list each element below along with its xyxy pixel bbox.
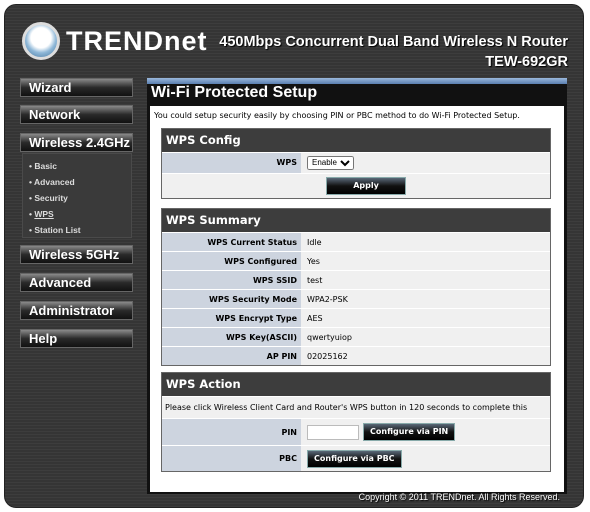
submenu-basic[interactable]: • Basic — [29, 158, 131, 174]
configure-via-pbc-button[interactable]: Configure via PBC — [307, 449, 402, 468]
nav-administrator[interactable]: Administrator — [20, 301, 133, 320]
summary-label: WPS Current Status — [162, 233, 301, 251]
submenu-label: WPS — [34, 209, 54, 219]
wps-value-cell: Enable — [301, 153, 550, 173]
nav-advanced[interactable]: Advanced — [20, 273, 133, 292]
logo-text: TRENDnet — [66, 25, 208, 56]
wps-summary-section: WPS Summary WPS Current Status Idle WPS Co… — [161, 208, 551, 366]
pin-label: PIN — [162, 419, 301, 445]
summary-label: WPS Security Mode — [162, 290, 301, 308]
section-title: WPS Config — [162, 129, 550, 152]
action-note: Please click Wireless Client Card and Ro… — [162, 396, 550, 434]
main-panel: Wi-Fi Protected Setup You could setup se… — [147, 78, 567, 494]
wps-row: WPS Enable — [162, 152, 550, 173]
intro-text: You could setup security easily by choos… — [154, 111, 520, 120]
nav-wizard[interactable]: Wizard — [20, 78, 133, 97]
apply-button[interactable]: Apply — [326, 177, 406, 195]
submenu-label: Advanced — [34, 177, 75, 187]
summary-label: AP PIN — [162, 347, 301, 365]
copyright: Copyright © 2011 TRENDnet. All Rights Re… — [358, 492, 560, 502]
summary-row: WPS Key(ASCII) qwertyuiop — [162, 327, 550, 346]
summary-value: Yes — [301, 252, 550, 270]
summary-value: test — [301, 271, 550, 289]
pbc-cell: Configure via PBC — [301, 446, 550, 471]
summary-value: WPA2-PSK — [301, 290, 550, 308]
submenu-label: Basic — [34, 161, 58, 171]
submenu-wps[interactable]: • WPS — [29, 206, 131, 222]
summary-value: AES — [301, 309, 550, 327]
nav-help[interactable]: Help — [20, 329, 133, 348]
logo-icon — [22, 22, 60, 60]
submenu-station-list[interactable]: • Station List — [29, 222, 131, 238]
submenu-advanced[interactable]: • Advanced — [29, 174, 131, 190]
wps-config-section: WPS Config WPS Enable Apply — [161, 128, 551, 199]
wps-select[interactable]: Enable — [307, 155, 354, 170]
nav-wireless-5ghz[interactable]: Wireless 5GHz — [20, 245, 133, 264]
content-area: You could setup security easily by choos… — [150, 106, 564, 492]
trendnet-logo: TRENDnet — [22, 22, 208, 60]
summary-value: qwertyuiop — [301, 328, 550, 346]
pbc-row: PBC Configure via PBC — [162, 445, 550, 471]
pin-row: PIN Configure via PIN — [162, 418, 550, 445]
summary-row: WPS SSID test — [162, 270, 550, 289]
submenu-label: Station List — [34, 225, 81, 235]
wps-action-section: WPS Action Please click Wireless Client … — [161, 372, 551, 472]
pin-input[interactable] — [307, 424, 359, 440]
wireless-submenu: • Basic • Advanced • Security • WPS • St… — [22, 153, 132, 238]
summary-row: WPS Security Mode WPA2-PSK — [162, 289, 550, 308]
summary-row: AP PIN 02025162 — [162, 346, 550, 365]
model-name: TEW-692GR — [485, 54, 568, 70]
summary-value: 02025162 — [301, 347, 550, 365]
configure-via-pin-button[interactable]: Configure via PIN — [363, 423, 456, 441]
nav-wireless-24ghz[interactable]: Wireless 2.4GHz — [20, 133, 133, 152]
section-title: WPS Summary — [162, 209, 550, 232]
nav-network[interactable]: Network — [20, 105, 133, 124]
section-title: WPS Action — [162, 373, 550, 396]
submenu-label: Security — [34, 193, 68, 203]
wps-label: WPS — [162, 153, 301, 173]
summary-row: WPS Configured Yes — [162, 251, 550, 270]
product-name: 450Mbps Concurrent Dual Band Wireless N … — [219, 34, 568, 50]
page-title: Wi-Fi Protected Setup — [151, 84, 318, 101]
summary-label: WPS Key(ASCII) — [162, 328, 301, 346]
header-title: 450Mbps Concurrent Dual Band Wireless N … — [219, 32, 568, 72]
summary-row: WPS Encrypt Type AES — [162, 308, 550, 327]
pbc-label: PBC — [162, 446, 301, 471]
summary-row: WPS Current Status Idle — [162, 232, 550, 251]
summary-label: WPS SSID — [162, 271, 301, 289]
submenu-security[interactable]: • Security — [29, 190, 131, 206]
summary-value: Idle — [301, 233, 550, 251]
pin-cell: Configure via PIN — [301, 419, 550, 445]
summary-label: WPS Configured — [162, 252, 301, 270]
summary-label: WPS Encrypt Type — [162, 309, 301, 327]
apply-row: Apply — [162, 173, 550, 198]
